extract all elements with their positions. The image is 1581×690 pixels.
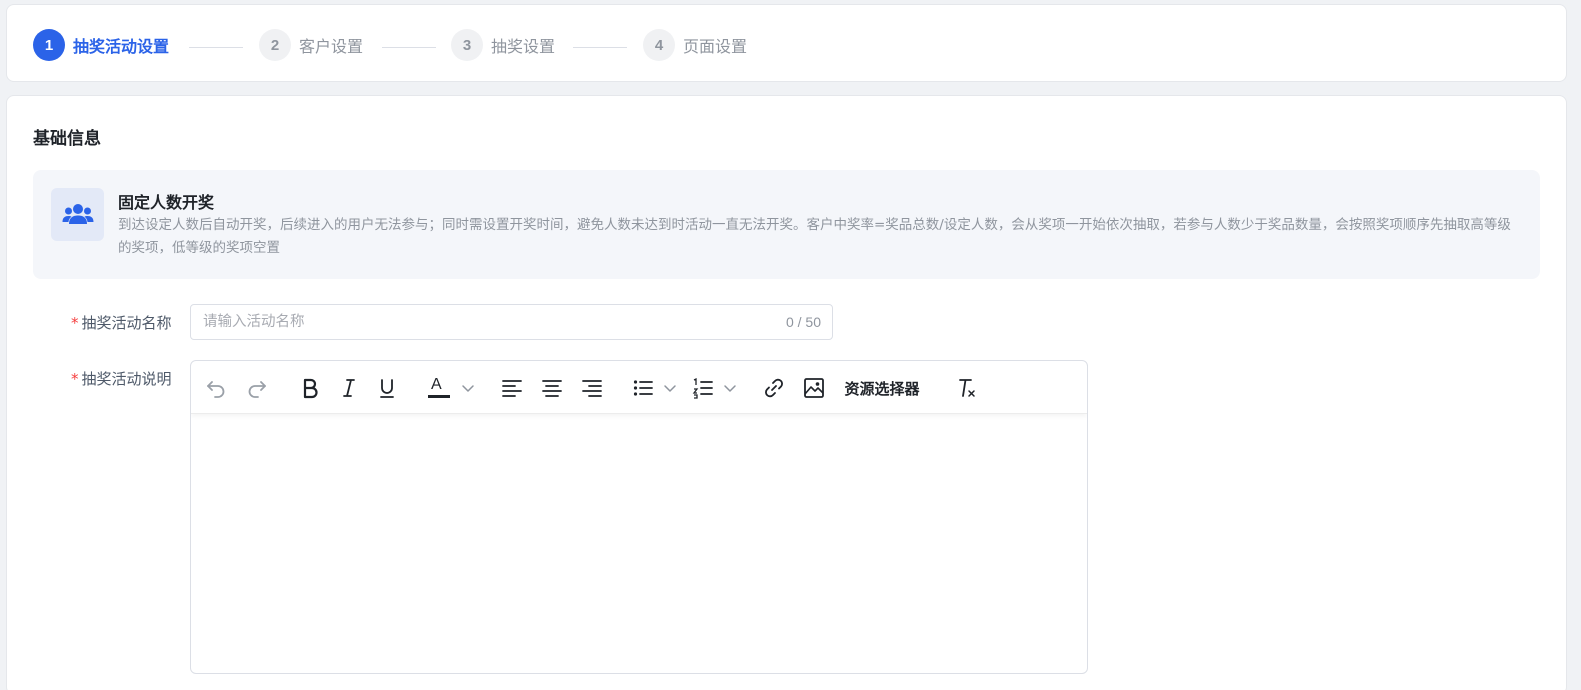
align-center-button[interactable] <box>539 375 565 401</box>
step-number: 3 <box>451 29 483 61</box>
label-text: 抽奖活动名称 <box>81 314 172 332</box>
step-label: 抽奖设置 <box>491 37 556 56</box>
align-left-icon <box>502 380 522 397</box>
resource-selector-button[interactable]: 资源选择器 <box>841 375 923 401</box>
font-color-icon: A <box>428 375 450 401</box>
align-center-icon <box>542 380 562 397</box>
step-lottery-settings[interactable]: 3 抽奖设置 <box>451 29 555 61</box>
ordered-list-icon <box>692 377 713 399</box>
clear-format-button[interactable] <box>953 375 979 401</box>
info-description: 到达设定人数后自动开奖，后续进入的用户无法参与；同时需设置开奖时间，避免人数未达… <box>118 217 1511 256</box>
step-customer-settings[interactable]: 2 客户设置 <box>259 29 363 61</box>
font-color-button[interactable]: A <box>427 375 477 401</box>
main-form-card: 基础信息 固定人数开奖 到达设定人数后自动开奖，后续进入的用户无法参与；同时需设… <box>6 95 1567 690</box>
ordered-list-button[interactable] <box>691 375 739 401</box>
underline-icon <box>380 379 394 398</box>
rich-text-editor: A 资源选择器 <box>190 360 1088 674</box>
step-divider <box>189 47 243 48</box>
char-counter: 0 / 50 <box>785 314 821 330</box>
italic-icon <box>343 379 355 397</box>
activity-description-label: * 抽奖活动说明 <box>71 368 172 389</box>
step-divider <box>573 47 627 48</box>
align-left-button[interactable] <box>499 375 525 401</box>
resource-selector-label: 资源选择器 <box>844 379 920 398</box>
required-mark: * <box>71 314 79 332</box>
activity-name-label: * 抽奖活动名称 <box>71 312 172 333</box>
align-right-button[interactable] <box>579 375 605 401</box>
insert-image-button[interactable] <box>801 375 827 401</box>
redo-button[interactable] <box>244 375 270 401</box>
step-label: 抽奖活动设置 <box>73 37 170 56</box>
image-icon <box>804 378 824 398</box>
label-text: 抽奖活动说明 <box>81 370 172 388</box>
bold-icon <box>303 378 318 399</box>
editor-toolbar: A 资源选择器 <box>191 361 1087 414</box>
chevron-down-icon <box>664 385 676 392</box>
editor-content-area[interactable] <box>191 415 1087 673</box>
step-divider <box>382 47 436 48</box>
undo-button[interactable] <box>203 375 229 401</box>
activity-name-field[interactable]: 0 / 50 <box>190 304 833 340</box>
chevron-down-icon <box>462 385 474 392</box>
redo-icon <box>248 381 266 398</box>
underline-button[interactable] <box>374 375 400 401</box>
step-number: 4 <box>643 29 675 61</box>
required-mark: * <box>71 370 79 388</box>
step-label: 客户设置 <box>299 37 364 56</box>
users-group-icon <box>62 203 93 224</box>
bold-button[interactable] <box>297 375 323 401</box>
italic-button[interactable] <box>336 375 362 401</box>
undo-icon <box>207 381 225 398</box>
bullet-list-button[interactable] <box>631 375 679 401</box>
info-banner: 固定人数开奖 到达设定人数后自动开奖，后续进入的用户无法参与；同时需设置开奖时间… <box>33 170 1540 279</box>
step-activity-settings[interactable]: 1 抽奖活动设置 <box>33 29 169 61</box>
font-color-letter: A <box>431 376 442 393</box>
step-number: 2 <box>259 29 291 61</box>
clear-format-icon <box>959 379 975 397</box>
info-title: 固定人数开奖 <box>118 193 215 212</box>
step-page-settings[interactable]: 4 页面设置 <box>643 29 747 61</box>
bullet-list-icon <box>633 380 653 396</box>
link-icon <box>765 378 783 398</box>
info-icon-container <box>51 188 104 241</box>
activity-name-input[interactable] <box>191 305 751 339</box>
chevron-down-icon <box>724 385 736 392</box>
insert-link-button[interactable] <box>761 375 787 401</box>
step-label: 页面设置 <box>683 37 748 56</box>
step-number: 1 <box>33 29 65 61</box>
align-right-icon <box>582 380 602 397</box>
section-title: 基础信息 <box>33 129 101 149</box>
steps-header: 1 抽奖活动设置 2 客户设置 3 抽奖设置 4 页面设置 <box>6 4 1567 82</box>
